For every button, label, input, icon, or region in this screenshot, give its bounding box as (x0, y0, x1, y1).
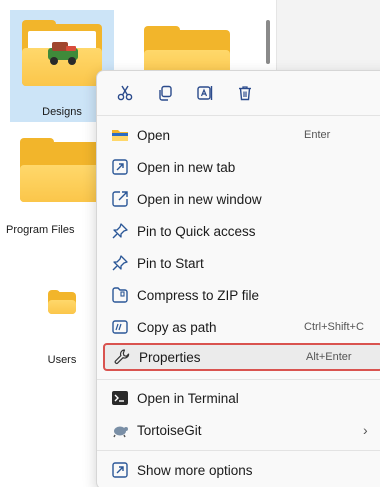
menu-item-shortcut: Alt+Enter (306, 351, 352, 363)
menu-item-shortcut: Ctrl+Shift+C (304, 321, 364, 333)
menu-item-properties[interactable]: Properties Alt+Enter (103, 343, 380, 371)
folder-icon (103, 127, 137, 143)
menu-item-pin-to-quick-access[interactable]: Pin to Quick access (103, 217, 380, 245)
file-label: Program Files (6, 224, 75, 236)
terminal-icon (103, 390, 137, 406)
menu-separator (97, 115, 380, 116)
copy-icon (159, 85, 172, 101)
pin-icon (103, 222, 137, 240)
trash-icon (239, 86, 251, 101)
file-item-program-files[interactable]: Program Files (6, 130, 110, 242)
folder-icon (20, 137, 100, 202)
menu-item-label: Show more options (137, 462, 253, 478)
file-explorer-screen: Designs Program Files Users Open Enter O… (0, 0, 380, 487)
folder-icon (48, 290, 76, 314)
rename-button[interactable] (185, 79, 225, 107)
menu-item-open-in-new-tab[interactable]: Open in new tab (103, 153, 380, 181)
menu-item-label: Pin to Quick access (137, 223, 256, 239)
menu-item-show-more-options[interactable]: Show more options (103, 456, 380, 484)
more-options-icon (103, 461, 137, 479)
menu-item-label: Open in new tab (137, 159, 236, 175)
new-window-icon (103, 190, 137, 208)
menu-item-pin-to-start[interactable]: Pin to Start (103, 249, 380, 277)
new-tab-icon (103, 158, 137, 176)
scissors-icon (117, 85, 133, 101)
delete-button[interactable] (225, 79, 265, 107)
menu-item-label: Open (137, 127, 171, 143)
menu-item-label: Open in Terminal (137, 390, 239, 406)
cut-button[interactable] (105, 79, 145, 107)
chevron-right-icon: › (363, 422, 368, 438)
quick-actions-row (105, 79, 265, 107)
scrollbar-thumb[interactable] (266, 20, 270, 64)
menu-item-open-in-terminal[interactable]: Open in Terminal (103, 384, 380, 412)
pin-icon (103, 254, 137, 272)
menu-separator (97, 450, 380, 451)
wrench-icon (105, 348, 139, 366)
menu-item-compress-to-zip[interactable]: Compress to ZIP file (103, 281, 380, 309)
menu-item-label: Compress to ZIP file (137, 287, 260, 303)
folder-thumbnail-image (48, 42, 78, 65)
menu-item-label: TortoiseGit (137, 422, 202, 438)
tortoisegit-icon (103, 421, 137, 439)
rename-icon (197, 86, 213, 100)
menu-item-label: Copy as path (137, 319, 217, 335)
menu-item-open[interactable]: Open Enter (103, 121, 380, 149)
menu-item-copy-as-path[interactable]: Copy as path Ctrl+Shift+C (103, 313, 380, 341)
folder-icon (22, 19, 102, 86)
menu-item-label: Pin to Start (137, 255, 204, 271)
menu-item-label: Properties (139, 349, 201, 365)
copy-button[interactable] (145, 79, 185, 107)
zip-icon (103, 286, 137, 304)
context-menu: Open Enter Open in new tab Open in new w… (96, 70, 380, 487)
path-icon (103, 318, 137, 336)
menu-separator (97, 379, 380, 380)
menu-item-label: Open in new window (137, 191, 262, 207)
menu-item-shortcut: Enter (304, 129, 331, 141)
menu-item-tortoisegit[interactable]: TortoiseGit › (103, 416, 380, 444)
menu-item-open-in-new-window[interactable]: Open in new window (103, 185, 380, 213)
